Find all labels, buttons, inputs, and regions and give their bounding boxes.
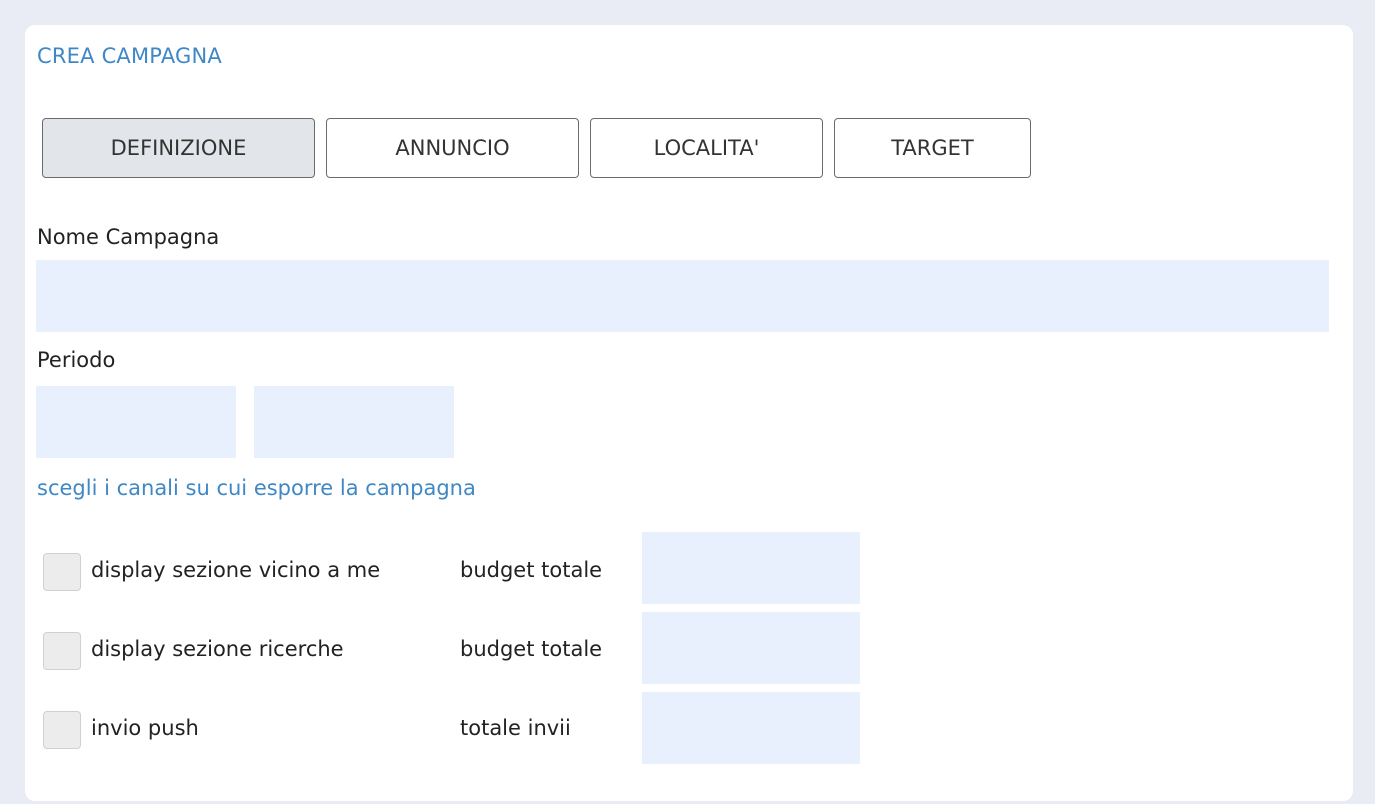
budget-input-ricerche[interactable] [642, 612, 860, 684]
total-sends-label: totale invii [460, 716, 571, 740]
budget-input-vicino-a-me[interactable] [642, 532, 860, 604]
channel-label-invio-push: invio push [91, 716, 199, 740]
total-sends-input[interactable] [642, 692, 860, 764]
budget-label-ricerche: budget totale [460, 637, 603, 661]
channel-checkbox-invio-push[interactable] [43, 711, 81, 749]
tab-definizione[interactable]: DEFINIZIONE [42, 118, 315, 178]
campaign-name-input[interactable] [36, 260, 1329, 332]
period-start-input[interactable] [36, 386, 236, 458]
tab-target[interactable]: TARGET [834, 118, 1031, 178]
tab-localita[interactable]: LOCALITA' [590, 118, 823, 178]
page-title: CREA CAMPAGNA [37, 44, 222, 68]
channel-label-ricerche: display sezione ricerche [91, 637, 344, 661]
channel-checkbox-vicino-a-me[interactable] [43, 553, 81, 591]
channel-label-vicino-a-me: display sezione vicino a me [91, 558, 381, 582]
channels-heading: scegli i canali su cui esporre la campag… [37, 476, 476, 500]
tab-annuncio[interactable]: ANNUNCIO [326, 118, 579, 178]
channel-checkbox-ricerche[interactable] [43, 632, 81, 670]
period-end-input[interactable] [254, 386, 454, 458]
period-label: Periodo [37, 348, 116, 372]
campaign-name-label: Nome Campagna [37, 225, 220, 249]
budget-label-vicino-a-me: budget totale [460, 558, 603, 582]
